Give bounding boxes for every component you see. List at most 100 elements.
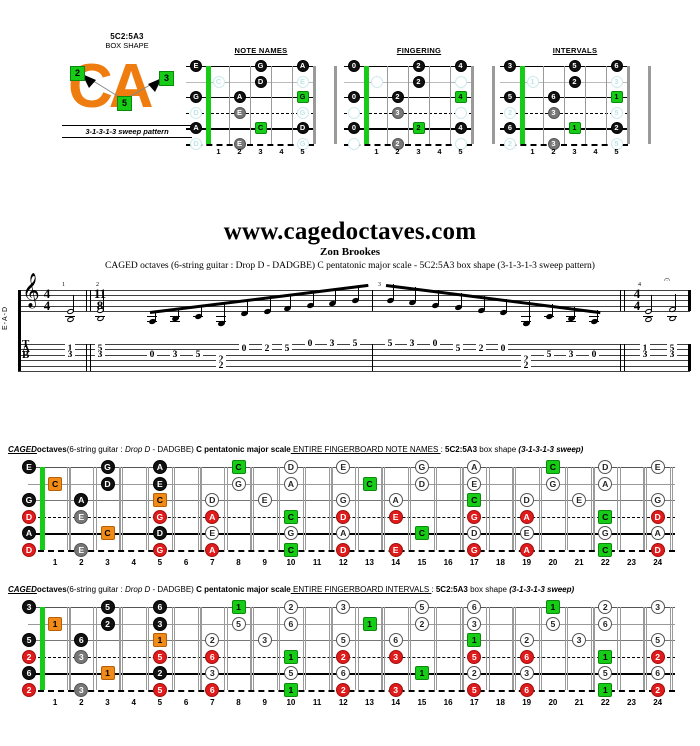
- fretboard-note-marker[interactable]: G: [152, 509, 167, 524]
- fretboard-note-marker[interactable]: 5: [336, 633, 351, 647]
- fretboard-note-marker[interactable]: E: [388, 509, 403, 524]
- fretboard-note-marker[interactable]: G: [598, 526, 613, 540]
- fretboard-note-marker[interactable]: 2: [650, 682, 665, 697]
- mini-note-marker[interactable]: 4: [454, 60, 467, 72]
- mini-note-marker[interactable]: 4: [454, 91, 467, 103]
- tab-fret-number[interactable]: 5: [350, 339, 360, 349]
- mini-note-marker[interactable]: 2: [412, 60, 425, 72]
- fretboard-note-marker[interactable]: E: [467, 476, 482, 491]
- tab-fret-number[interactable]: 2: [216, 360, 226, 371]
- mini-note-marker[interactable]: 3: [391, 106, 404, 119]
- fretboard-note-marker[interactable]: 1: [152, 633, 167, 647]
- fretboard-note-marker[interactable]: 5: [598, 666, 613, 680]
- fretboard-note-marker[interactable]: C: [48, 476, 63, 491]
- mini-note-marker[interactable]: D: [296, 122, 309, 134]
- fretboard-note-marker[interactable]: A: [388, 493, 403, 507]
- fretboard-note-marker[interactable]: 2: [650, 649, 665, 664]
- fretboard-note-marker[interactable]: G: [545, 476, 560, 491]
- tab-fret-number[interactable]: 5: [385, 339, 395, 349]
- tab-fret-number[interactable]: 3: [407, 339, 417, 349]
- fretboard-note-marker[interactable]: A: [519, 509, 534, 524]
- fretboard-note-marker[interactable]: D: [650, 509, 665, 524]
- mini-note-marker[interactable]: D: [190, 106, 202, 119]
- fretboard-note-marker[interactable]: 5: [414, 600, 429, 614]
- mini-note-marker[interactable]: 0: [348, 122, 360, 134]
- tab-fret-number[interactable]: 2: [521, 360, 531, 371]
- fretboard-note-marker[interactable]: 1: [598, 682, 613, 697]
- fretboard-note-marker[interactable]: A: [598, 476, 613, 491]
- mini-note-marker[interactable]: 3: [504, 60, 516, 72]
- fretboard-note-marker[interactable]: 1: [48, 616, 63, 631]
- mini-note-marker[interactable]: 2: [391, 91, 404, 103]
- fretboard-note-marker[interactable]: A: [519, 542, 534, 557]
- mini-note-marker[interactable]: 6: [504, 122, 516, 134]
- tab-fret-number[interactable]: 3: [640, 349, 650, 360]
- fretboard-note-marker[interactable]: 2: [336, 649, 351, 664]
- fretboard-note-marker[interactable]: 2: [205, 633, 220, 647]
- fretboard-note-marker[interactable]: A: [283, 476, 298, 491]
- mini-note-marker[interactable]: 4: [454, 122, 467, 134]
- fretboard-note-marker[interactable]: G: [467, 542, 482, 557]
- mini-note-marker[interactable]: 2: [412, 122, 425, 134]
- fretboard-note-marker[interactable]: D: [336, 509, 351, 524]
- fretboard-note-marker[interactable]: D: [467, 526, 482, 540]
- fretboard-note-marker[interactable]: C: [545, 460, 560, 474]
- mini-note-marker[interactable]: 1: [526, 75, 539, 88]
- mini-note-marker[interactable]: [348, 106, 360, 119]
- tab-fret-number[interactable]: 3: [327, 339, 337, 349]
- tab-fret-number[interactable]: 3: [65, 349, 75, 360]
- tab-fret-number[interactable]: 2: [476, 344, 486, 355]
- fretboard-note-marker[interactable]: E: [74, 509, 89, 524]
- fretboard-note-marker[interactable]: 6: [519, 649, 534, 664]
- open-string-note[interactable]: G: [22, 493, 36, 507]
- fretboard-note-marker[interactable]: 6: [74, 633, 89, 647]
- mini-note-marker[interactable]: 2: [504, 106, 516, 119]
- mini-note-marker[interactable]: A: [190, 122, 202, 134]
- mini-note-marker[interactable]: 2: [412, 75, 425, 88]
- fretboard-note-marker[interactable]: 5: [283, 666, 298, 680]
- fretboard-note-marker[interactable]: 3: [388, 649, 403, 664]
- open-string-note[interactable]: 2: [22, 649, 36, 664]
- tab-fret-number[interactable]: 5: [544, 349, 554, 360]
- fretboard-note-marker[interactable]: 6: [283, 616, 298, 631]
- fretboard-note-marker[interactable]: 6: [467, 600, 482, 614]
- mini-note-marker[interactable]: C: [212, 75, 225, 88]
- mini-note-marker[interactable]: G: [254, 60, 267, 72]
- fretboard-note-marker[interactable]: 6: [598, 616, 613, 631]
- mini-note-marker[interactable]: C: [254, 122, 267, 134]
- fretboard-note-marker[interactable]: 2: [519, 633, 534, 647]
- fretboard-note-marker[interactable]: C: [414, 526, 429, 540]
- mini-note-marker[interactable]: [454, 106, 467, 119]
- mini-note-marker[interactable]: 5: [568, 60, 581, 72]
- open-string-note[interactable]: D: [22, 509, 36, 524]
- fretboard-note-marker[interactable]: 5: [152, 682, 167, 697]
- fretboard-note-marker[interactable]: E: [74, 542, 89, 557]
- fretboard-note-marker[interactable]: E: [205, 526, 220, 540]
- tab-fret-number[interactable]: 0: [430, 339, 440, 349]
- mini-note-marker[interactable]: 3: [610, 75, 623, 88]
- fretboard-note-marker[interactable]: 3: [205, 666, 220, 680]
- mini-fretboard-note-names[interactable]: NOTE NAMES E C G D A E G A G D E G A C D D E G 1 2 3 4 5: [186, 46, 337, 159]
- fretboard-note-marker[interactable]: G: [414, 460, 429, 474]
- mini-fretboard-intervals[interactable]: INTERVALS 3 1 5 2 6 3 5 6 1 2 3 5 6 1 2 2 3 5 1 2 3 4 5: [500, 46, 651, 159]
- fretboard-note-marker[interactable]: 6: [336, 666, 351, 680]
- fretboard-note-marker[interactable]: 1: [231, 600, 246, 614]
- fretboard-note-marker[interactable]: 2: [414, 616, 429, 631]
- open-string-note[interactable]: 5: [22, 633, 36, 647]
- open-string-note[interactable]: 2: [22, 682, 36, 697]
- mini-note-marker[interactable]: 6: [547, 91, 560, 103]
- mini-note-marker[interactable]: 0: [348, 60, 360, 72]
- fretboard-note-marker[interactable]: A: [650, 526, 665, 540]
- tab-fret-number[interactable]: 3: [667, 349, 677, 360]
- fretboard-note-marker[interactable]: 2: [598, 600, 613, 614]
- fretboard-note-marker[interactable]: 3: [467, 616, 482, 631]
- fretboard-note-marker[interactable]: 6: [205, 649, 220, 664]
- fretboard-note-marker[interactable]: E: [388, 542, 403, 557]
- mini-note-marker[interactable]: E: [190, 60, 202, 72]
- fretboard-note-marker[interactable]: D: [336, 542, 351, 557]
- fretboard-note-marker[interactable]: 6: [152, 600, 167, 614]
- mini-note-marker[interactable]: A: [233, 91, 246, 103]
- tab-fret-number[interactable]: 5: [453, 344, 463, 355]
- fretboard-note-marker[interactable]: D: [650, 542, 665, 557]
- mini-note-marker[interactable]: G: [190, 91, 202, 103]
